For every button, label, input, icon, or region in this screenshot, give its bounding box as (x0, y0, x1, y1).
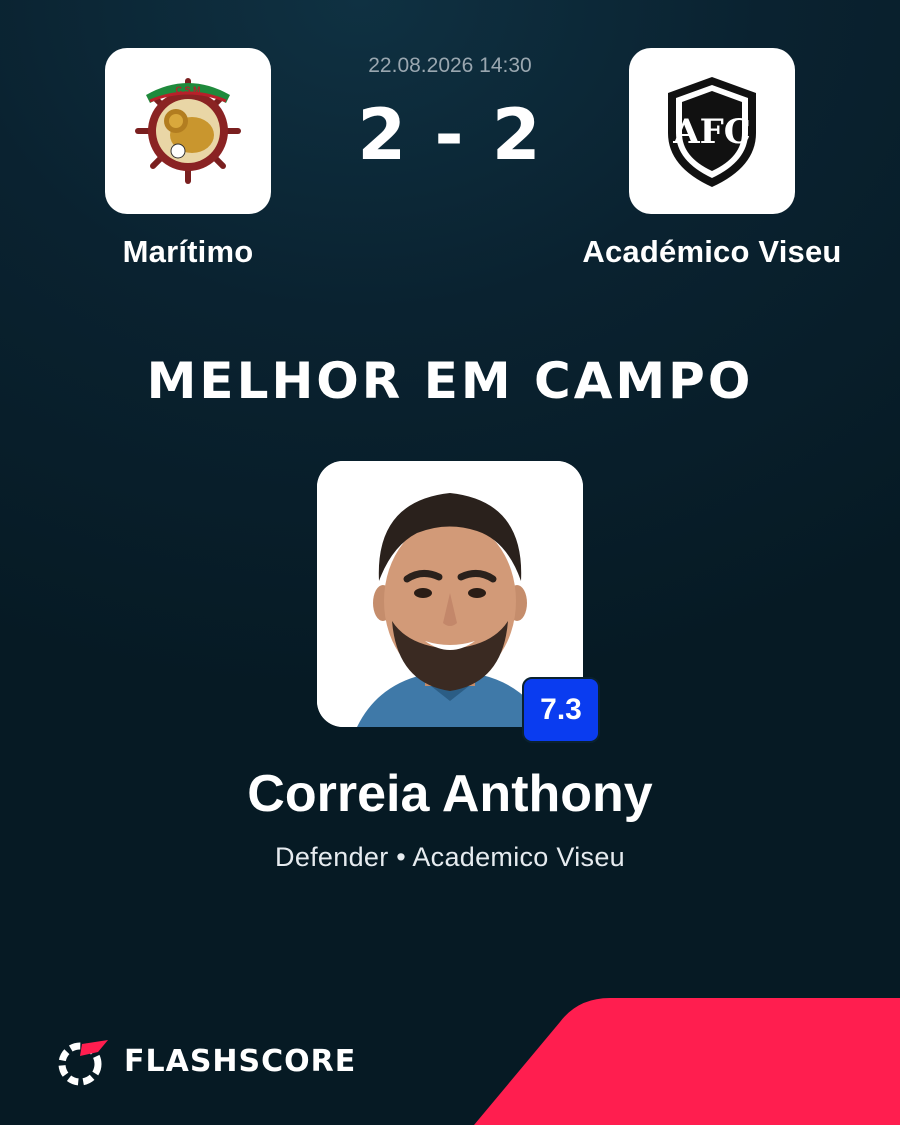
home-crest-letters: C S M (175, 85, 200, 95)
man-of-the-match-title: MELHOR EM CAMPO (146, 352, 754, 410)
match-datetime: 22.08.2026 14:30 (368, 54, 532, 77)
player-rating-badge: 7.3 (522, 677, 600, 743)
away-crest-letters: AFC (672, 112, 751, 152)
player-position-team: Defender • Academico Viseu (275, 842, 625, 872)
away-team-logo[interactable]: AFC (629, 48, 795, 214)
player-name[interactable]: Correia Anthony (0, 764, 900, 824)
brand-name: FLASHSCORE (124, 1043, 357, 1079)
flashscore-brand[interactable]: FLASHSCORE (56, 1034, 356, 1088)
flashscore-logo-icon (58, 1040, 108, 1086)
academico-viseu-crest-icon: AFC (668, 77, 756, 187)
home-team-logo[interactable]: C S M (105, 48, 271, 214)
away-team-name[interactable]: Académico Viseu (552, 234, 872, 270)
match-score: 2 - 2 (357, 94, 543, 176)
maritimo-crest-icon: C S M (135, 78, 241, 184)
home-team-name[interactable]: Marítimo (28, 234, 348, 270)
